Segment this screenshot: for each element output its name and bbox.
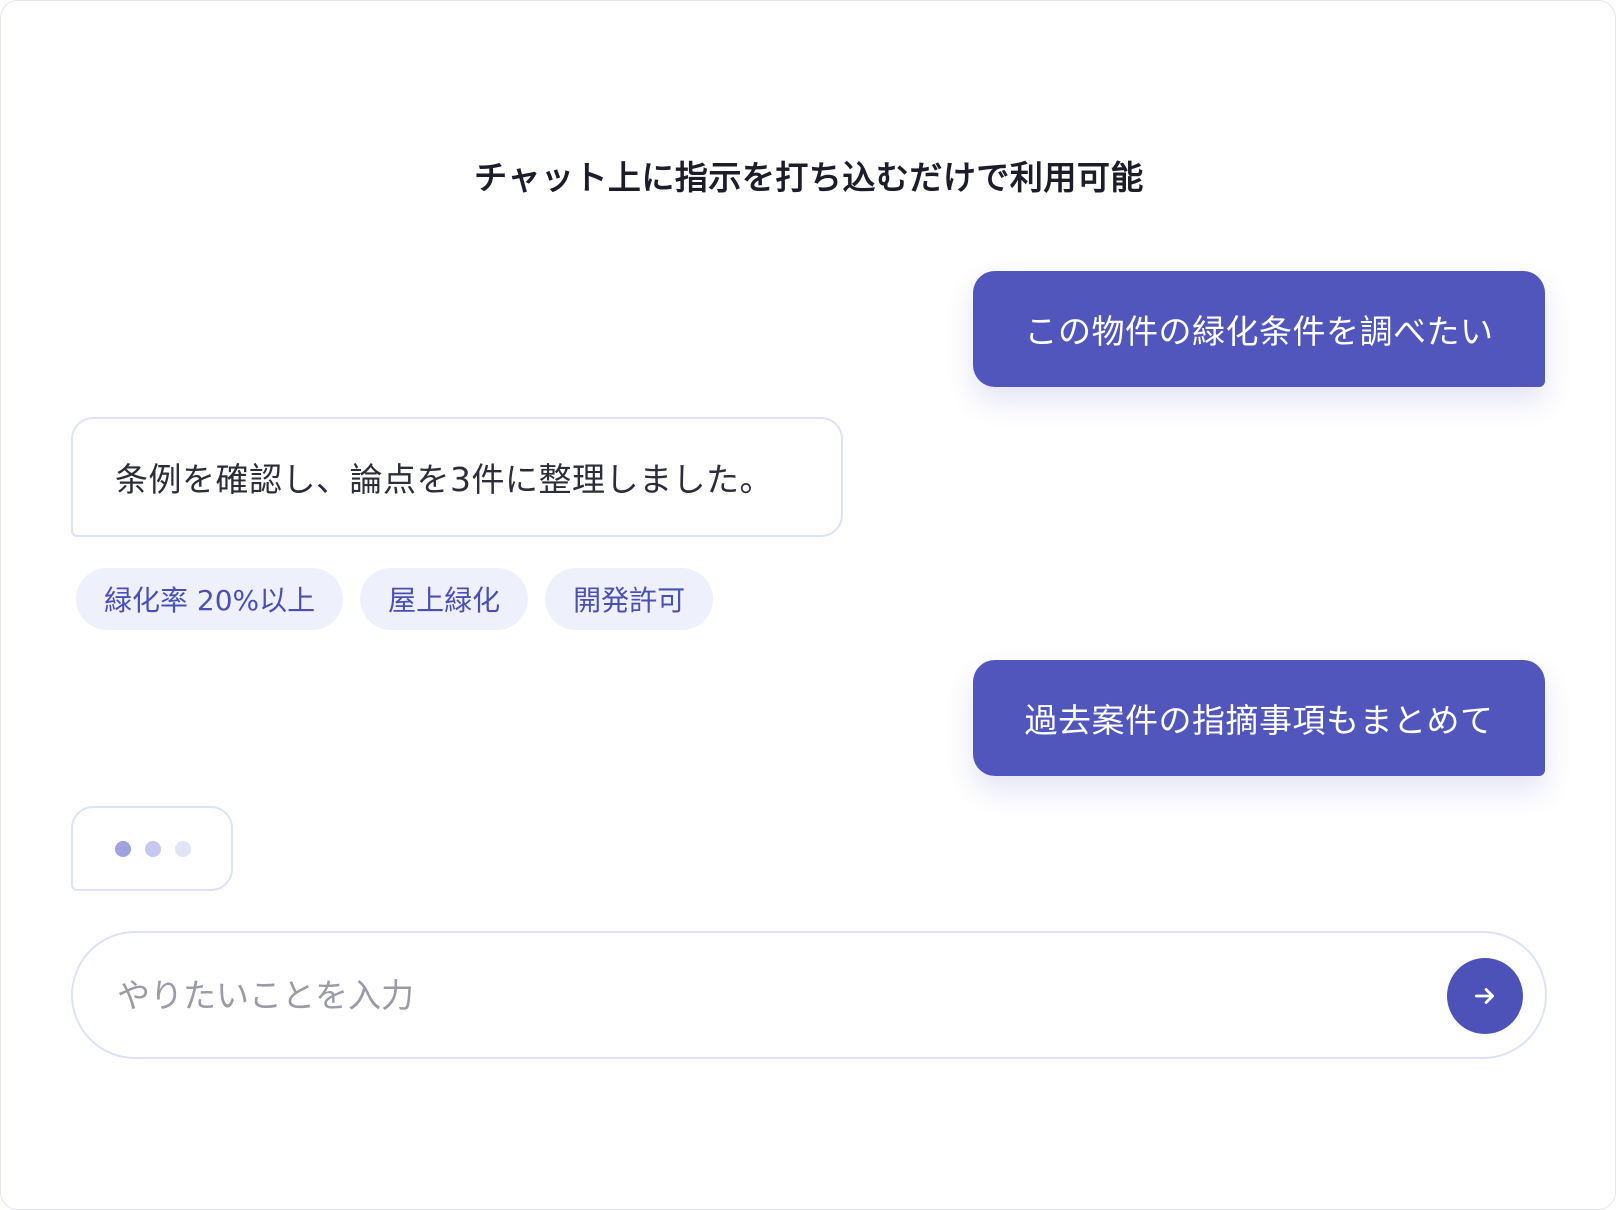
chat-demo-card: チャット上に指示を打ち込むだけで利用可能 この物件の緑化条件を調べたい 条例を確…: [0, 0, 1616, 1210]
send-button[interactable]: [1447, 958, 1523, 1034]
chat-composer: [71, 931, 1547, 1059]
chat-input[interactable]: [117, 933, 1367, 1057]
typing-indicator: [71, 806, 233, 891]
assistant-message-text: 条例を確認し、論点を3件に整理しました。: [115, 460, 773, 499]
topic-tag-list: 緑化率 20%以上 屋上緑化 開発許可: [76, 568, 714, 630]
topic-tag-greening-rate[interactable]: 緑化率 20%以上: [76, 568, 344, 630]
user-message-text: 過去案件の指摘事項もまとめて: [1024, 701, 1494, 740]
typing-dot-icon: [115, 840, 131, 857]
user-message: この物件の緑化条件を調べたい: [973, 271, 1545, 387]
typing-dot-icon: [145, 840, 161, 857]
topic-tag-rooftop-greening[interactable]: 屋上緑化: [360, 568, 529, 630]
assistant-message: 条例を確認し、論点を3件に整理しました。: [71, 417, 843, 537]
page-title: チャット上に指示を打ち込むだけで利用可能: [474, 158, 1144, 197]
user-message: 過去案件の指摘事項もまとめて: [973, 660, 1545, 776]
arrow-right-icon: [1474, 988, 1494, 1004]
typing-dot-icon: [175, 840, 191, 857]
topic-tag-development-permit[interactable]: 開発許可: [545, 568, 714, 630]
user-message-text: この物件の緑化条件を調べたい: [1024, 312, 1494, 351]
